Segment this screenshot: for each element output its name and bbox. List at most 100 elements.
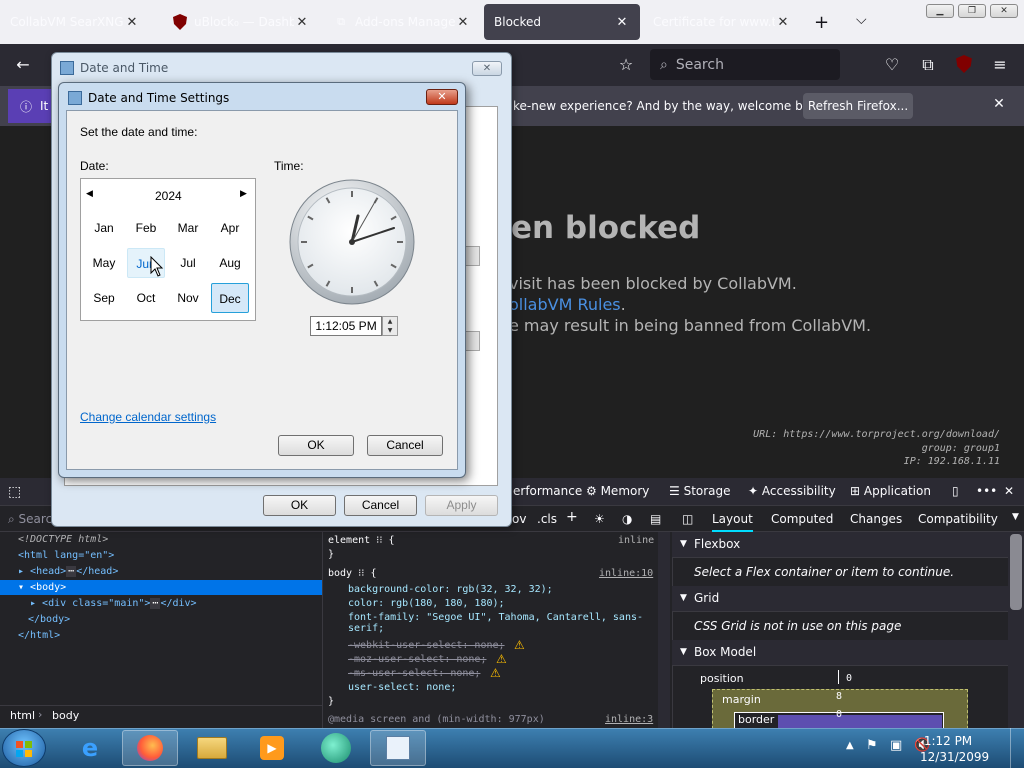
pocket-icon[interactable]: ♡ [882, 55, 902, 75]
time-spinner[interactable]: ▲ ▼ [382, 316, 398, 336]
month-mar[interactable]: Mar [169, 213, 207, 243]
month-may[interactable]: May [85, 248, 123, 278]
doctype-node[interactable]: <!DOCTYPE html> [18, 534, 108, 545]
month-nov[interactable]: Nov [169, 283, 207, 313]
decl-font-family[interactable]: font-family: "Segoe UI", Tahoma, Cantare… [348, 612, 648, 634]
month-oct[interactable]: Oct [127, 283, 165, 313]
ellipsis-badge[interactable]: ⋯ [150, 598, 161, 609]
close-tab-icon[interactable]: ✕ [614, 15, 630, 30]
new-tab-icon[interactable]: + [814, 12, 829, 33]
outer-ok-button[interactable]: OK [263, 495, 336, 516]
more-options-icon[interactable]: ••• [976, 484, 997, 498]
breadcrumb-body[interactable]: body [52, 709, 79, 722]
previous-year-icon[interactable]: ◀ [86, 189, 93, 199]
minimize-window-button[interactable]: ▁ [926, 4, 954, 18]
html-node[interactable]: <html lang="en"> [18, 550, 114, 561]
dark-theme-icon[interactable]: ◑ [622, 512, 632, 526]
month-jan[interactable]: Jan [85, 213, 123, 243]
change-date-button-edge[interactable] [464, 246, 480, 266]
scrollbar-thumb[interactable] [1010, 534, 1022, 610]
explorer-taskbar-button[interactable] [184, 730, 240, 766]
expand-arrow-icon[interactable]: ▸ [18, 566, 30, 577]
month-aug[interactable]: Aug [211, 248, 249, 278]
close-tab-icon[interactable]: ✕ [775, 15, 791, 30]
margin-value[interactable]: 8 [836, 691, 842, 702]
tab-computed[interactable]: Computed [771, 512, 833, 526]
ok-button[interactable]: OK [278, 435, 354, 456]
light-theme-icon[interactable]: ☀ [594, 512, 605, 526]
close-icon[interactable]: ✕ [426, 89, 458, 105]
back-arrow-icon[interactable]: ← [13, 55, 33, 75]
cancel-button[interactable]: Cancel [367, 435, 443, 456]
search-input[interactable]: ⌕ Search [650, 49, 840, 80]
media-player-taskbar-button[interactable]: ▶ [244, 730, 300, 766]
month-sep[interactable]: Sep [85, 283, 123, 313]
body-node[interactable]: ▾ <body> [18, 582, 66, 593]
show-desktop-button[interactable] [1010, 728, 1024, 768]
devtools-tab-application[interactable]: ⊞ Application [850, 484, 931, 498]
outer-cancel-button[interactable]: Cancel [344, 495, 417, 516]
devtools-tab-storage[interactable]: ☰ Storage [669, 484, 731, 498]
close-notification-icon[interactable]: ✕ [990, 96, 1008, 114]
media-rule-source[interactable]: inline:3 [605, 714, 653, 725]
html-close-node[interactable]: </html> [18, 630, 60, 641]
change-timezone-button-edge[interactable] [464, 331, 480, 351]
decl-webkit-user-select[interactable]: -webkit-user-select: none; [348, 640, 505, 651]
devtools-tab-memory[interactable]: ⚙ Memory [586, 484, 649, 498]
internet-explorer-taskbar-button[interactable]: e [62, 730, 118, 766]
element-picker-icon[interactable]: ⬚ [8, 484, 21, 500]
menu-hamburger-icon[interactable]: ≡ [990, 55, 1010, 75]
restore-window-button[interactable]: ❐ [958, 4, 986, 18]
ublock-toolbar-icon[interactable] [954, 55, 974, 75]
search-html-input[interactable]: ⌕ Searc [8, 512, 52, 527]
close-icon[interactable]: ✕ [472, 61, 502, 76]
close-tab-icon[interactable]: ✕ [124, 15, 140, 30]
decl-color[interactable]: color: rgb(180, 180, 180); [348, 598, 505, 609]
boxmodel-section-header[interactable]: ▼ Box Model [672, 640, 1008, 666]
class-toggle[interactable]: .cls [537, 512, 557, 526]
spin-up-icon[interactable]: ▲ [383, 317, 397, 326]
month-apr[interactable]: Apr [211, 213, 249, 243]
tab-compatibility[interactable]: Compatibility [918, 512, 998, 526]
decl-background-color[interactable]: background-color: rgb(32, 32, 32); [348, 584, 553, 595]
rules-scrollbar[interactable] [658, 532, 670, 728]
head-node[interactable]: ▸ <head> ⋯ </head> [18, 566, 118, 577]
tab-changes[interactable]: Changes [850, 512, 902, 526]
element-rule-source[interactable]: inline [618, 535, 654, 546]
show-hidden-icons[interactable]: ▲ [846, 740, 854, 751]
tab-layout[interactable]: Layout [712, 512, 753, 532]
tab-collabvm-searxng[interactable]: CollabVM SearXNG ✕ [0, 4, 150, 40]
taskbar-clock[interactable]: 1:12 PM 12/31/2099 [920, 733, 989, 765]
date-time-taskbar-button[interactable] [370, 730, 426, 766]
add-rule-icon[interactable]: + [566, 509, 578, 525]
devtools-tab-accessibility[interactable]: ✦ Accessibility [748, 484, 836, 498]
month-jul[interactable]: Jul [169, 248, 207, 278]
bookmark-star-icon[interactable]: ☆ [616, 55, 636, 75]
close-window-button[interactable]: ✕ [990, 4, 1018, 18]
tab-ublock-dashboard[interactable]: uBlock₀ — Dashboa ✕ [162, 4, 320, 40]
close-tab-icon[interactable]: ✕ [294, 15, 310, 30]
decl-user-select[interactable]: user-select: none; [348, 682, 456, 693]
sidebar-toggle-icon[interactable]: ◫ [682, 512, 693, 526]
div-main-node[interactable]: ▸ <div class="main"> ⋯ </div> [30, 598, 197, 609]
extensions-icon[interactable]: ⧉ [918, 55, 938, 75]
outer-apply-button[interactable]: Apply [425, 495, 498, 516]
tab-blocked[interactable]: Blocked ✕ [484, 4, 640, 40]
close-devtools-icon[interactable]: ✕ [1004, 484, 1014, 498]
chevron-down-icon[interactable]: ▼ [1012, 512, 1019, 522]
month-feb[interactable]: Feb [127, 213, 165, 243]
refresh-firefox-button[interactable]: Refresh Firefox... [803, 93, 913, 119]
list-all-tabs-icon[interactable]: ⌵ [856, 12, 867, 28]
decl-moz-user-select[interactable]: -moz-user-select: none; [348, 654, 486, 665]
time-input[interactable]: 1:12:05 PM [310, 316, 382, 336]
firefox-taskbar-button[interactable] [122, 730, 178, 766]
app-taskbar-button[interactable] [308, 730, 364, 766]
body-close-node[interactable]: </body> [28, 614, 70, 625]
print-media-icon[interactable]: ▤ [650, 512, 661, 526]
position-value[interactable]: 0 [846, 673, 852, 684]
start-button[interactable] [2, 729, 46, 767]
breadcrumb-html[interactable]: html [10, 709, 35, 722]
network-icon[interactable]: ▣ [890, 738, 902, 753]
decl-ms-user-select[interactable]: -ms-user-select: none; [348, 668, 480, 679]
change-calendar-settings-link[interactable]: Change calendar settings [80, 410, 216, 424]
